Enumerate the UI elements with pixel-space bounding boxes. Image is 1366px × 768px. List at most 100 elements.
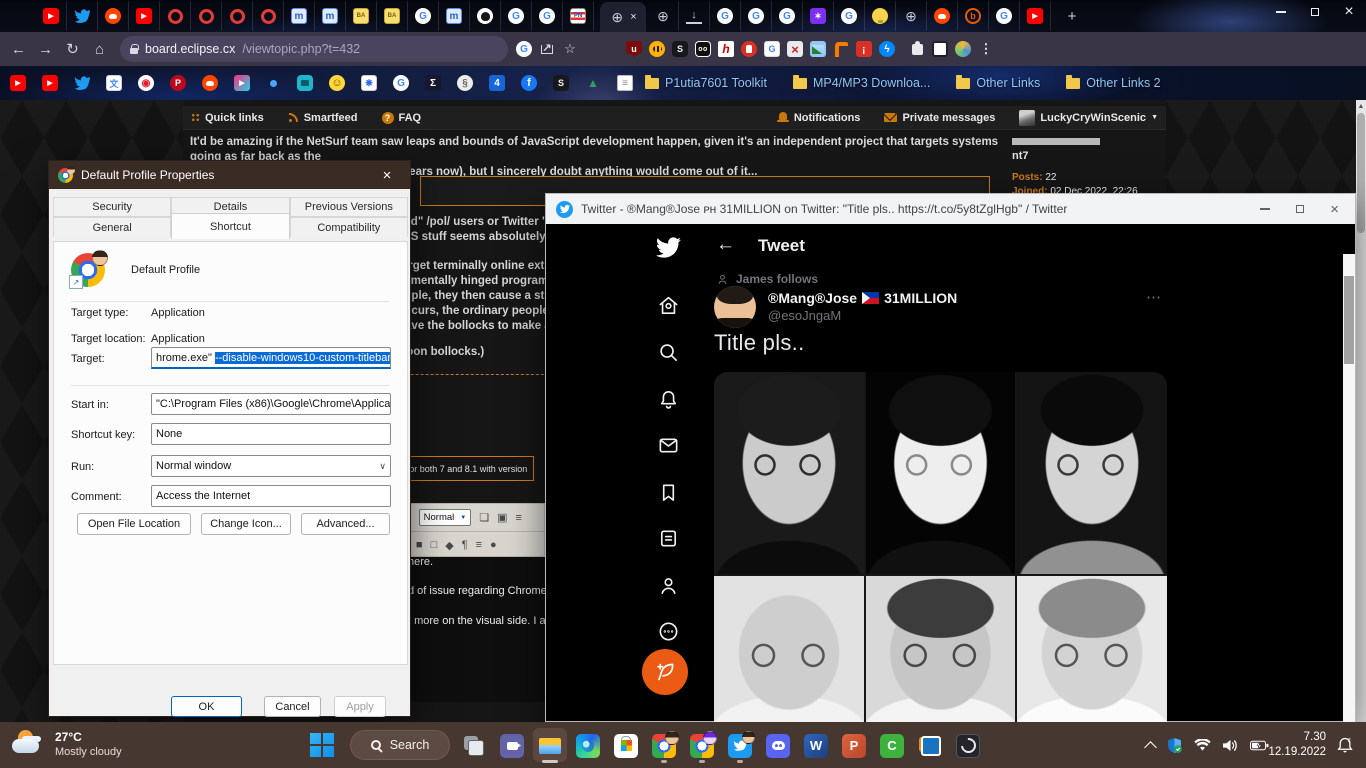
sprite[interactable] [803, 1, 834, 31]
tweet-more-icon[interactable]: ⋯ [1146, 288, 1163, 306]
windows-security-icon[interactable] [1166, 737, 1183, 754]
sigma[interactable] [425, 75, 441, 91]
bookmark-folder[interactable]: MP4/MP3 Downloa... [793, 76, 930, 90]
messages-icon[interactable] [655, 432, 681, 458]
spring[interactable] [457, 75, 473, 91]
forward-button[interactable]: → [33, 41, 58, 58]
drive[interactable] [585, 75, 601, 91]
minimize-button[interactable] [1264, 0, 1298, 24]
paw[interactable] [361, 75, 377, 91]
bookmark-folder[interactable]: Other Links [956, 76, 1040, 90]
bulb[interactable] [865, 1, 896, 31]
ok-button[interactable]: OK [171, 696, 242, 717]
google[interactable] [710, 1, 741, 31]
twitter-app[interactable] [728, 727, 752, 764]
volume-icon[interactable] [1222, 739, 1239, 752]
tv[interactable] [297, 75, 313, 91]
mirc[interactable] [315, 1, 346, 31]
man-glasses-suit[interactable] [866, 372, 1016, 574]
four[interactable] [489, 75, 505, 91]
dot[interactable] [266, 80, 281, 87]
sdark[interactable] [672, 41, 688, 57]
tray-overflow-icon[interactable] [1144, 741, 1157, 754]
home-icon[interactable] [655, 292, 681, 318]
scroll-up-icon[interactable]: ▲ [1356, 100, 1366, 112]
dislike[interactable] [856, 41, 872, 57]
google[interactable] [516, 41, 532, 57]
youtube[interactable] [129, 1, 160, 31]
wifi-icon[interactable] [1194, 739, 1211, 752]
tab-previous-versions[interactable]: Previous Versions [290, 197, 408, 217]
compose-tweet-button[interactable] [642, 649, 688, 695]
hletter[interactable] [718, 41, 734, 57]
share[interactable] [539, 41, 555, 57]
facebook[interactable] [521, 75, 537, 91]
comment-input[interactable]: Access the Internet [151, 485, 391, 507]
btv[interactable] [958, 1, 989, 31]
mirc[interactable] [439, 1, 470, 31]
dialog-title-bar[interactable]: Default Profile Properties × [49, 161, 410, 189]
tab-compatibility[interactable]: Compatibility [290, 217, 408, 237]
globe[interactable] [648, 1, 679, 31]
lists-icon[interactable] [655, 525, 681, 551]
edge[interactable] [576, 727, 600, 764]
youtube[interactable] [42, 75, 58, 91]
explorer[interactable] [538, 727, 562, 764]
google[interactable] [834, 1, 865, 31]
google[interactable] [393, 75, 409, 91]
youtube[interactable] [1020, 1, 1051, 31]
google[interactable] [408, 1, 439, 31]
back-button[interactable]: ← [6, 41, 31, 58]
shazam[interactable] [879, 41, 895, 57]
back-button[interactable]: ← [716, 234, 735, 256]
ring[interactable] [253, 1, 284, 31]
close-icon[interactable]: × [1330, 201, 1339, 218]
play[interactable] [234, 75, 250, 91]
powerpoint[interactable] [842, 727, 866, 764]
address-bar[interactable]: board.eclipse.cx/viewtopic.php?t=432 [120, 36, 508, 62]
chrome-face[interactable] [652, 727, 676, 764]
search-icon[interactable] [655, 339, 681, 365]
youtube[interactable] [10, 75, 26, 91]
bookmark-folder[interactable]: P1utia7601 Toolkit [645, 76, 767, 90]
reddit[interactable] [202, 75, 218, 91]
target-input[interactable]: hrome.exe" --disable-windows10-custom-ti… [151, 347, 391, 369]
hand[interactable] [741, 41, 757, 57]
twitter[interactable] [74, 75, 90, 91]
smiley[interactable] [329, 75, 345, 91]
globe[interactable] [896, 1, 927, 31]
more-icon[interactable] [655, 618, 681, 644]
avatar[interactable] [955, 41, 971, 57]
reddit[interactable] [98, 1, 129, 31]
ring[interactable] [222, 1, 253, 31]
close-icon[interactable]: × [373, 167, 401, 184]
ublock[interactable] [626, 41, 642, 57]
ba[interactable] [346, 1, 377, 31]
shortcut-key-input[interactable]: None [151, 423, 391, 445]
restore-button[interactable] [1298, 0, 1332, 24]
profile-icon[interactable] [655, 572, 681, 598]
obs[interactable] [956, 727, 980, 764]
tab-general[interactable]: General [53, 217, 171, 237]
vmware[interactable] [918, 727, 942, 764]
apply-button[interactable]: Apply [334, 696, 386, 717]
taskview[interactable] [462, 727, 486, 764]
chrome-purple[interactable] [690, 727, 714, 764]
chat[interactable] [500, 727, 524, 764]
quick-links[interactable]: Quick links [191, 112, 264, 124]
extbox[interactable] [932, 41, 948, 57]
smartfeed-link[interactable]: Smartfeed [288, 112, 358, 124]
tab-close-icon[interactable]: × [630, 11, 636, 23]
taskbar-clock[interactable]: 7.30 12.19.2022 [1258, 730, 1326, 760]
advanced-button[interactable]: Advanced... [301, 513, 390, 535]
woman-glasses-thinking[interactable] [1017, 372, 1167, 574]
camtasia[interactable] [880, 727, 904, 764]
change-icon-button[interactable]: Change Icon... [201, 513, 291, 535]
google[interactable] [772, 1, 803, 31]
weibo[interactable] [138, 75, 154, 91]
notes[interactable] [617, 75, 633, 91]
twitter-title-bar[interactable]: Twitter - ®Mang®Jose ᴘʜ 31MILLION on Twi… [546, 194, 1355, 224]
reload-button[interactable]: ↻ [60, 40, 85, 58]
poster-name[interactable]: nt7 [1012, 150, 1162, 162]
mirc[interactable] [284, 1, 315, 31]
